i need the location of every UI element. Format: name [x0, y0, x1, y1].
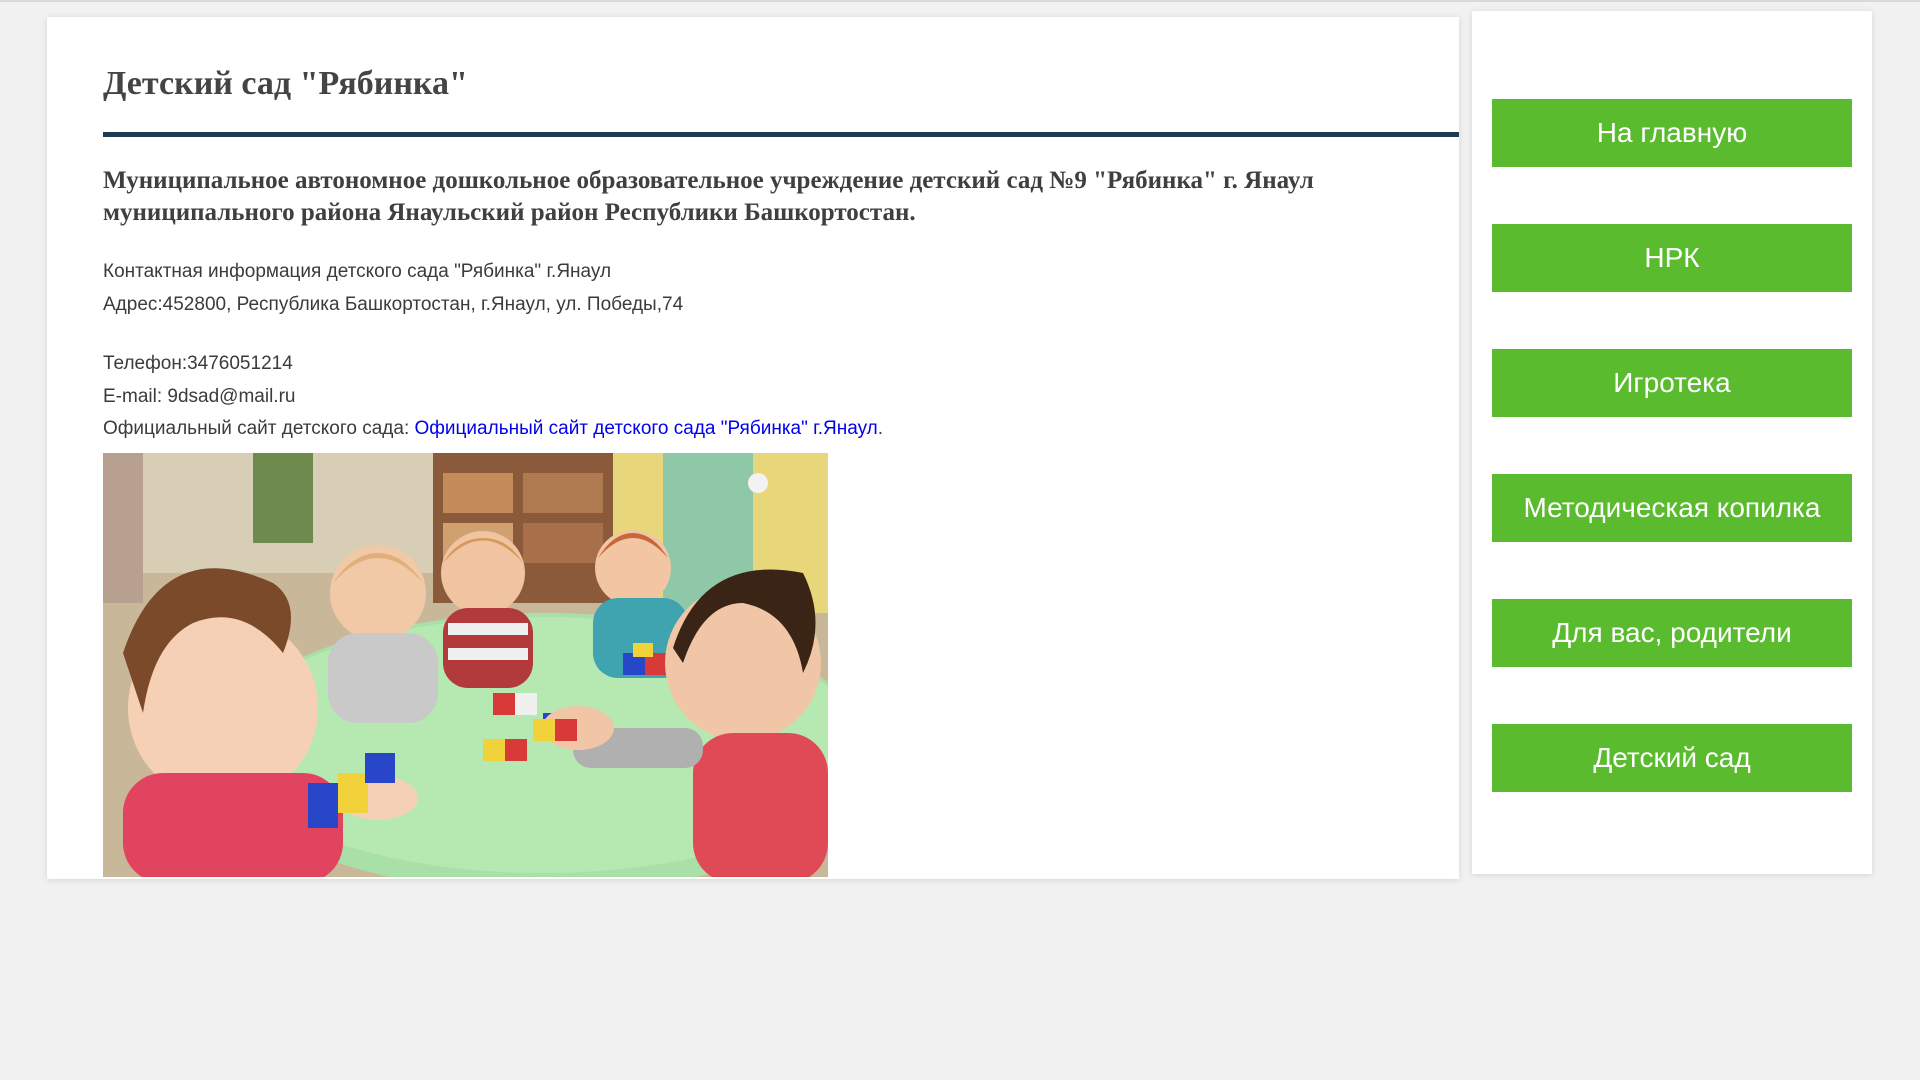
top-edge-line — [0, 0, 1920, 2]
contact-heading: Контактная информация детского сада "Ряб… — [103, 261, 612, 282]
official-site-line: Официальный сайт детского сада: Официаль… — [103, 418, 883, 440]
organization-name: Муниципальное автономное дошкольное обра… — [103, 167, 1314, 226]
title-divider — [103, 132, 1459, 137]
official-site-label: Официальный сайт детского сада: — [103, 418, 415, 439]
sidebar-nav-panel: На главную НРК Игротека Методическая коп… — [1472, 11, 1872, 874]
official-site-link[interactable]: Официальный сайт детского сада "Рябинка"… — [415, 418, 878, 439]
address-text: Адрес:452800, Республика Башкортостан, г… — [103, 294, 684, 315]
nav-button-game-library[interactable]: Игротека — [1492, 349, 1852, 417]
main-content-panel: Детский сад "Рябинка" Муниципальное авто… — [47, 17, 1459, 879]
phone-text: Телефон:3476051214 — [103, 353, 293, 374]
site-title: Детский сад "Рябинка" — [103, 65, 468, 102]
kindergarten-photo — [103, 453, 828, 877]
nav-button-home[interactable]: На главную — [1492, 99, 1852, 167]
nav-button-nrk[interactable]: НРК — [1492, 224, 1852, 292]
nav-button-for-parents[interactable]: Для вас, родители — [1492, 599, 1852, 667]
official-site-suffix: . — [877, 418, 884, 439]
nav-button-methodical-collection[interactable]: Методическая копилка — [1492, 474, 1852, 542]
email-text: E-mail: 9dsad@mail.ru — [103, 386, 296, 407]
nav-button-kindergarten[interactable]: Детский сад — [1492, 724, 1852, 792]
